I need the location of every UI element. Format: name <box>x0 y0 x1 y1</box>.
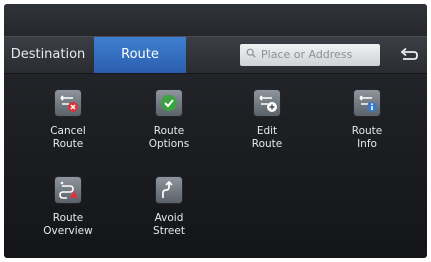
tab-bar: Destination Route Place or Address <box>4 36 427 74</box>
edit-route-button[interactable]: Edit Route <box>227 90 307 151</box>
route-info-label: Route Info <box>351 125 383 150</box>
back-icon[interactable] <box>396 42 422 68</box>
tab-route[interactable]: Route <box>94 37 186 73</box>
search-input[interactable]: Place or Address <box>240 44 380 66</box>
avoid-street-button[interactable]: Avoid Street <box>129 177 209 238</box>
cancel-route-icon <box>55 90 81 116</box>
route-options-icon <box>156 90 182 116</box>
route-info-icon <box>354 90 380 116</box>
edit-route-label: Edit Route <box>251 125 283 150</box>
cancel-route-label: Cancel Route <box>50 125 86 150</box>
route-options-button[interactable]: Route Options <box>129 90 209 151</box>
tab-destination[interactable]: Destination <box>4 37 92 73</box>
status-strip <box>4 4 427 36</box>
avoid-street-icon <box>156 177 182 203</box>
edit-route-icon <box>254 90 280 116</box>
route-info-button[interactable]: Route Info <box>327 90 407 151</box>
route-overview-label: Route Overview <box>43 212 93 237</box>
avoid-street-label: Avoid Street <box>153 212 185 237</box>
route-overview-icon <box>55 177 81 203</box>
search-placeholder: Place or Address <box>261 48 353 61</box>
cancel-route-button[interactable]: Cancel Route <box>28 90 108 151</box>
search-icon <box>246 48 256 58</box>
route-overview-button[interactable]: Route Overview <box>28 177 108 238</box>
navigation-screen: Destination Route Place or Address Cance… <box>4 4 427 258</box>
route-options-label: Route Options <box>148 125 190 150</box>
